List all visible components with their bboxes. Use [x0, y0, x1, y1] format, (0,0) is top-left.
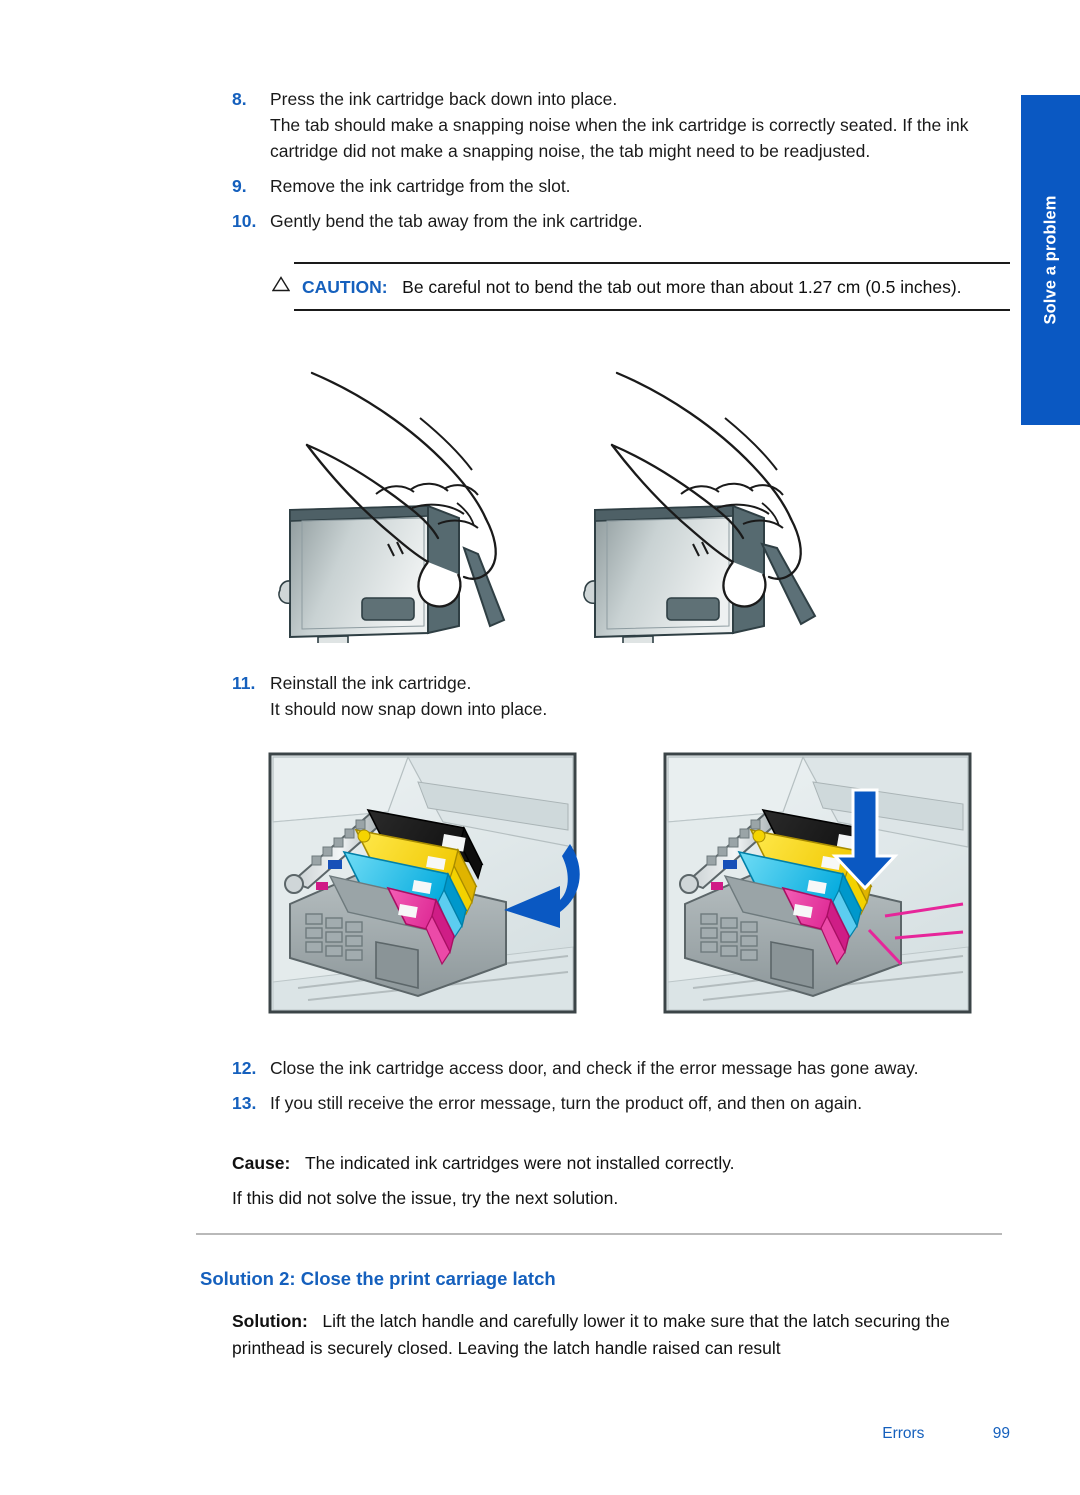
page-footer: Errors 99	[0, 1425, 1010, 1443]
step-line: Press the ink cartridge back down into p…	[270, 89, 618, 109]
step-text: Gently bend the tab away from the ink ca…	[270, 208, 992, 234]
cause-row: Cause: The indicated ink cartridges were…	[232, 1150, 992, 1176]
step-text: Close the ink cartridge access door, and…	[270, 1055, 992, 1081]
list-item: 12. Close the ink cartridge access door,…	[232, 1055, 992, 1081]
list-item: 8. Press the ink cartridge back down int…	[232, 86, 992, 164]
footer-page-number: 99	[992, 1425, 1010, 1442]
figure-carriage-reinstall	[268, 752, 988, 1017]
step-number: 11.	[232, 673, 256, 693]
figure-cartridge-tab-bend	[252, 358, 832, 658]
cause-text: The indicated ink cartridges were not in…	[304, 1153, 735, 1173]
solution-body: Solution: Lift the latch handle and care…	[232, 1308, 992, 1362]
step-line: Close the ink cartridge access door, and…	[270, 1058, 919, 1078]
caution-content: CAUTION: Be careful not to bend the tab …	[270, 264, 1010, 309]
step-number: 12.	[232, 1058, 257, 1078]
step-list-middle: 11. Reinstall the ink cartridge. It shou…	[232, 670, 992, 731]
step-text: Reinstall the ink cartridge. It should n…	[270, 670, 992, 722]
step-number: 13.	[232, 1093, 257, 1113]
list-item: 9. Remove the ink cartridge from the slo…	[232, 173, 992, 199]
step-list-lower: 12. Close the ink cartridge access door,…	[232, 1055, 992, 1125]
step-number: 10.	[232, 211, 257, 231]
step-text: Press the ink cartridge back down into p…	[270, 86, 992, 164]
step-line: If you still receive the error message, …	[270, 1093, 863, 1113]
step-list-upper: 8. Press the ink cartridge back down int…	[232, 86, 992, 243]
caution-block: CAUTION: Be careful not to bend the tab …	[270, 262, 1010, 311]
list-item: 11. Reinstall the ink cartridge. It shou…	[232, 670, 992, 722]
caution-text: CAUTION: Be careful not to bend the tab …	[302, 274, 1010, 300]
solution-heading: Solution 2: Close the print carriage lat…	[200, 1268, 556, 1289]
step-line: Gently bend the tab away from the ink ca…	[270, 211, 643, 231]
caution-label: CAUTION:	[302, 277, 388, 297]
next-solution-note: If this did not solve the issue, try the…	[232, 1188, 619, 1208]
footer-section-name: Errors	[882, 1425, 925, 1442]
step-number: 8.	[232, 89, 247, 109]
chapter-side-tab: Solve a problem	[1021, 95, 1080, 425]
solution-text: Lift the latch handle and carefully lowe…	[232, 1311, 950, 1358]
cause-label: Cause:	[232, 1153, 291, 1173]
step-number: 9.	[232, 176, 247, 196]
step-line: It should now snap down into place.	[270, 699, 548, 719]
list-item: 10. Gently bend the tab away from the in…	[232, 208, 992, 234]
warning-triangle-icon	[270, 274, 302, 300]
chapter-side-tab-label: Solve a problem	[1041, 195, 1059, 325]
step-line: Reinstall the ink cartridge.	[270, 673, 472, 693]
caution-message: Be careful not to bend the tab out more …	[402, 277, 962, 297]
step-text: Remove the ink cartridge from the slot.	[270, 173, 992, 199]
section-divider	[196, 1233, 1002, 1235]
step-line: The tab should make a snapping noise whe…	[270, 115, 969, 161]
step-text: If you still receive the error message, …	[270, 1090, 992, 1116]
solution-label: Solution:	[232, 1311, 308, 1331]
step-line: Remove the ink cartridge from the slot.	[270, 176, 571, 196]
caution-rule-bottom	[294, 309, 1010, 311]
document-page: Solve a problem 8. Press the ink cartrid…	[0, 0, 1080, 1495]
list-item: 13. If you still receive the error messa…	[232, 1090, 992, 1116]
